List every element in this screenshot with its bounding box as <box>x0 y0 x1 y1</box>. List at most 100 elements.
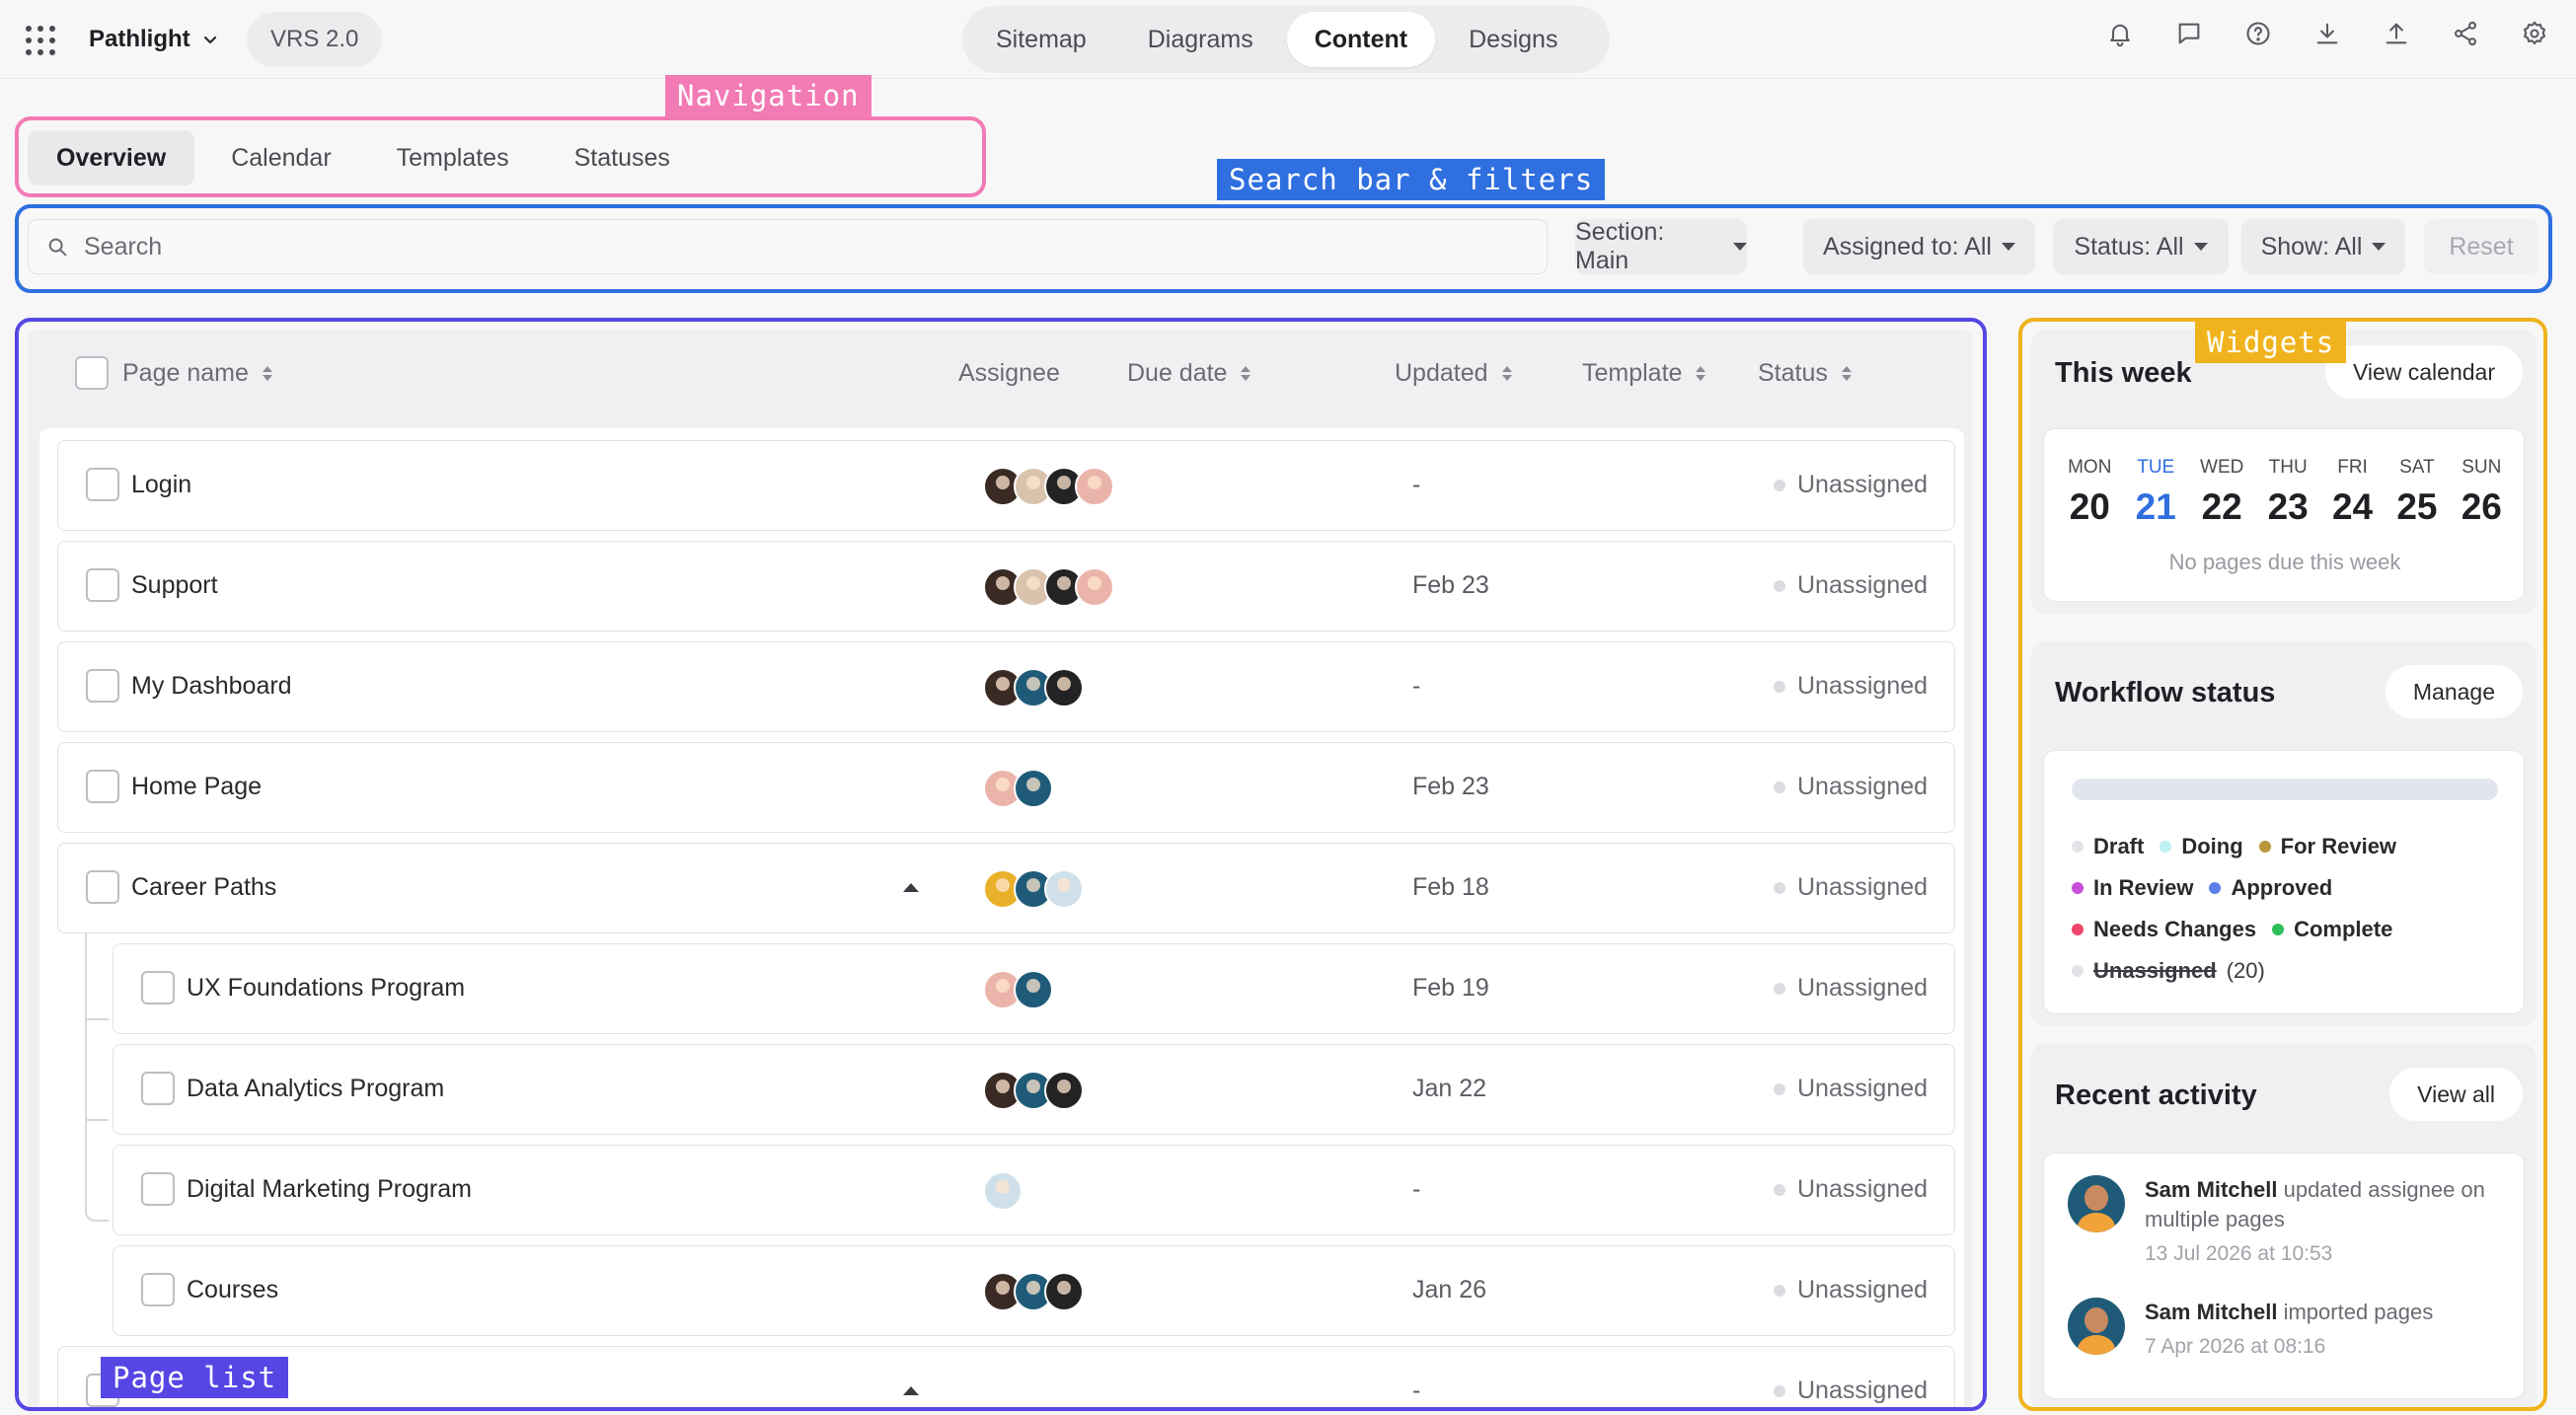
comment-icon[interactable] <box>2175 20 2203 47</box>
legend-approved[interactable]: Approved <box>2209 875 2332 901</box>
avatar <box>1044 1272 1084 1311</box>
assignee-avatars[interactable] <box>983 1071 1084 1110</box>
status-badge[interactable]: Unassigned <box>1774 773 1928 801</box>
table-row[interactable]: Login - Unassigned <box>57 440 1955 531</box>
legend-in-review[interactable]: In Review <box>2072 875 2193 901</box>
assignee-avatars[interactable] <box>983 467 1114 506</box>
legend-for-review[interactable]: For Review <box>2258 834 2396 859</box>
row-checkbox[interactable] <box>86 669 119 703</box>
status-badge[interactable]: Unassigned <box>1774 873 1928 902</box>
row-checkbox[interactable] <box>86 568 119 602</box>
manage-button[interactable]: Manage <box>2385 665 2523 718</box>
page-name: Data Analytics Program <box>187 1075 445 1102</box>
upload-icon[interactable] <box>2383 20 2410 47</box>
view-all-button[interactable]: View all <box>2389 1068 2523 1121</box>
day-mon[interactable]: MON 20 <box>2068 457 2111 528</box>
activity-item[interactable]: Sam Mitchell updated assignee on multipl… <box>2068 1175 2512 1266</box>
tab-templates[interactable]: Templates <box>368 130 538 186</box>
activity-item[interactable]: Sam Mitchell imported pages 7 Apr 2026 a… <box>2068 1298 2512 1359</box>
settings-icon[interactable] <box>2521 20 2548 47</box>
sort-icon <box>1696 365 1706 381</box>
status-badge[interactable]: Unassigned <box>1774 571 1928 600</box>
assignee-avatars[interactable] <box>983 970 1053 1009</box>
table-row[interactable]: - Unassigned <box>57 1346 1955 1410</box>
legend-complete[interactable]: Complete <box>2272 917 2392 942</box>
select-all-checkbox[interactable] <box>75 356 109 390</box>
status-badge[interactable]: Unassigned <box>1774 471 1928 499</box>
bell-icon[interactable] <box>2106 20 2134 47</box>
table-row[interactable]: My Dashboard - Unassigned <box>57 641 1955 732</box>
table-row[interactable]: Career Paths Feb 18 Unassigned <box>57 843 1955 933</box>
assignee-avatars[interactable] <box>983 567 1114 607</box>
status-badge[interactable]: Unassigned <box>1774 1276 1928 1304</box>
table-row[interactable]: Home Page Feb 23 Unassigned <box>57 742 1955 833</box>
tab-calendar[interactable]: Calendar <box>202 130 359 186</box>
week-calendar: MON 20 TUE 21 WED 22 THU 23 FRI 24 SAT 25 SUN 2… <box>2043 428 2525 602</box>
status-badge[interactable]: Unassigned <box>1774 1377 1928 1405</box>
tab-sitemap[interactable]: Sitemap <box>968 12 1114 67</box>
tab-overview[interactable]: Overview <box>28 130 195 186</box>
row-checkbox[interactable] <box>86 870 119 904</box>
collapse-toggle-icon[interactable] <box>903 883 919 892</box>
table-row[interactable]: UX Foundations Program Feb 19 Unassigned <box>113 943 1955 1034</box>
legend-unassigned[interactable]: Unassigned (20) <box>2072 958 2265 984</box>
updated-date: - <box>1412 471 1421 498</box>
legend-draft[interactable]: Draft <box>2072 834 2144 859</box>
tab-designs[interactable]: Designs <box>1441 12 1585 67</box>
version-badge[interactable]: VRS 2.0 <box>247 12 383 67</box>
help-icon[interactable] <box>2244 20 2272 47</box>
updated-date: - <box>1412 672 1421 700</box>
day-tue[interactable]: TUE 21 <box>2136 457 2176 528</box>
row-checkbox[interactable] <box>141 1273 175 1306</box>
assignee-avatars[interactable] <box>983 869 1084 909</box>
show-filter[interactable]: Show: All <box>2241 219 2405 274</box>
avatar <box>983 1171 1023 1211</box>
apps-grid-icon[interactable] <box>24 24 55 55</box>
collapse-toggle-icon[interactable] <box>903 1386 919 1395</box>
col-page-name[interactable]: Page name <box>75 356 272 390</box>
status-badge[interactable]: Unassigned <box>1774 672 1928 701</box>
assignee-avatars[interactable] <box>983 668 1084 708</box>
day-fri[interactable]: FRI 24 <box>2332 457 2373 528</box>
reset-button[interactable]: Reset <box>2424 219 2538 274</box>
share-icon[interactable] <box>2452 20 2479 47</box>
row-checkbox[interactable] <box>141 1072 175 1105</box>
day-thu[interactable]: THU 23 <box>2268 457 2309 528</box>
day-sat[interactable]: SAT 25 <box>2396 457 2437 528</box>
table-row[interactable]: Courses Jan 26 Unassigned <box>113 1245 1955 1336</box>
assignee-avatars[interactable] <box>983 769 1053 808</box>
caret-down-icon <box>2001 243 2015 251</box>
assignee-avatars[interactable] <box>983 1272 1084 1311</box>
day-sun[interactable]: SUN 26 <box>2462 457 2502 528</box>
col-status[interactable]: Status <box>1758 357 1852 389</box>
section-filter[interactable]: Section: Main <box>1575 218 1747 274</box>
widget-title: Workflow status <box>2055 677 2276 708</box>
table-row[interactable]: Digital Marketing Program - Unassigned <box>113 1145 1955 1235</box>
table-row[interactable]: Support Feb 23 Unassigned <box>57 541 1955 632</box>
row-checkbox[interactable] <box>86 468 119 501</box>
search-input[interactable] <box>84 232 1466 261</box>
col-updated[interactable]: Updated <box>1395 357 1512 389</box>
assigned-filter[interactable]: Assigned to: All <box>1803 219 2035 274</box>
tab-content[interactable]: Content <box>1286 12 1436 67</box>
legend-doing[interactable]: Doing <box>2159 834 2243 859</box>
status-filter[interactable]: Status: All <box>2053 219 2229 274</box>
table-row[interactable]: Data Analytics Program Jan 22 Unassigned <box>113 1044 1955 1135</box>
download-icon[interactable] <box>2313 20 2341 47</box>
project-switcher[interactable]: Pathlight <box>89 20 218 59</box>
status-badge[interactable]: Unassigned <box>1774 1075 1928 1103</box>
day-wed[interactable]: WED 22 <box>2200 457 2243 528</box>
assignee-avatars[interactable] <box>983 1171 1023 1211</box>
row-checkbox[interactable] <box>141 971 175 1005</box>
legend-needs-changes[interactable]: Needs Changes <box>2072 917 2256 942</box>
col-template[interactable]: Template <box>1582 357 1706 389</box>
col-due-date[interactable]: Due date <box>1127 357 1251 389</box>
row-checkbox[interactable] <box>86 770 119 803</box>
status-badge[interactable]: Unassigned <box>1774 974 1928 1003</box>
day-label: TUE <box>2137 457 2175 478</box>
tab-diagrams[interactable]: Diagrams <box>1120 12 1281 67</box>
status-badge[interactable]: Unassigned <box>1774 1175 1928 1204</box>
row-checkbox[interactable] <box>141 1172 175 1206</box>
tab-statuses[interactable]: Statuses <box>546 130 699 186</box>
view-calendar-button[interactable]: View calendar <box>2324 345 2523 399</box>
